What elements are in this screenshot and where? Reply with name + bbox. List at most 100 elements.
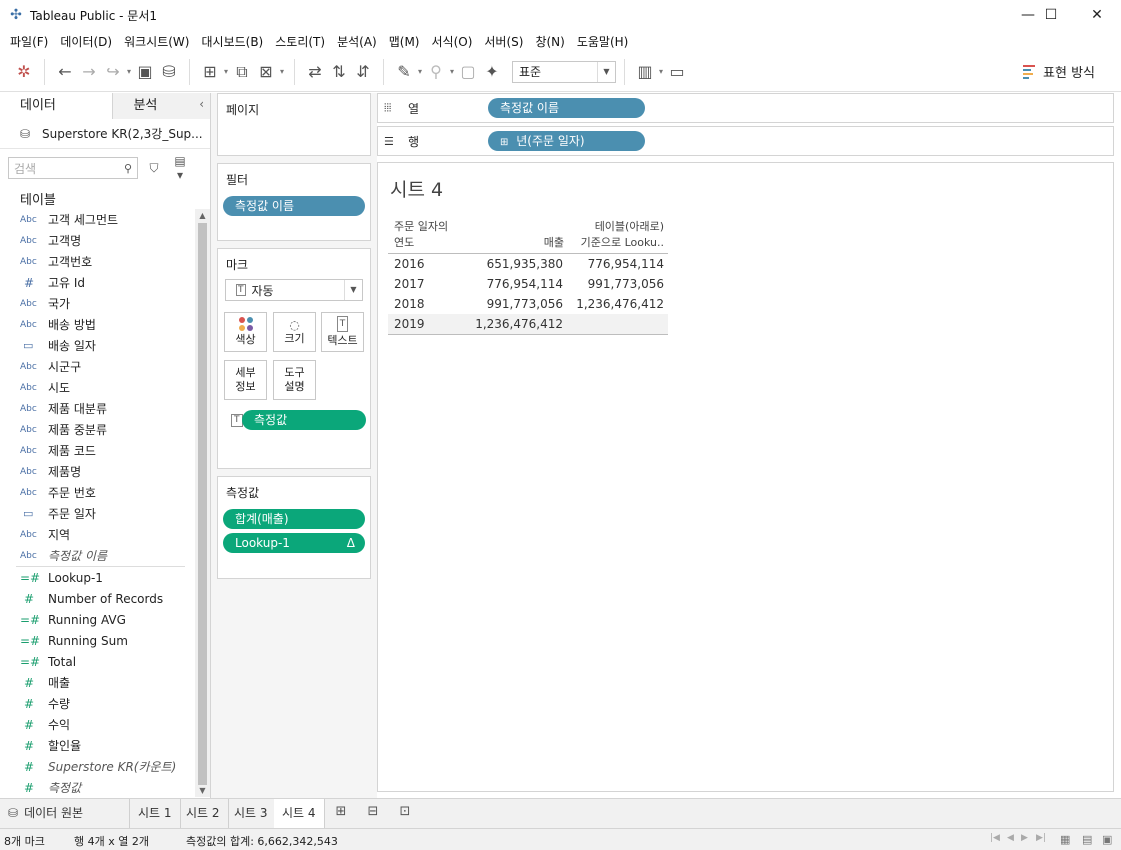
- tab-sheet-4[interactable]: 시트 4: [274, 799, 325, 829]
- field-item[interactable]: Abc 제품 코드: [0, 440, 195, 461]
- marks-text-pill[interactable]: 측정값: [242, 410, 366, 430]
- menu-format[interactable]: 서식(O): [426, 33, 479, 50]
- mark-type-select[interactable]: T 자동 ▼: [225, 279, 363, 301]
- highlight-dropdown-icon[interactable]: ▾: [416, 67, 424, 76]
- field-item[interactable]: # 할인율: [0, 735, 195, 756]
- menu-server[interactable]: 서버(S): [478, 33, 529, 50]
- clear-sheet-icon[interactable]: ⊠: [254, 60, 278, 84]
- detail-button[interactable]: 세부 정보: [224, 360, 267, 400]
- undo-icon[interactable]: ←: [53, 60, 77, 84]
- pages-card[interactable]: 페이지: [217, 93, 371, 156]
- filter-icon[interactable]: ⛉: [144, 161, 164, 176]
- datasource-item[interactable]: ⛁ Superstore KR(2,3강_Sup...: [0, 119, 210, 149]
- field-item[interactable]: # 수량: [0, 693, 195, 714]
- replay-icon[interactable]: ↪: [101, 60, 125, 84]
- filmstrip-icon[interactable]: ▤: [1082, 833, 1092, 846]
- field-item[interactable]: Abc 제품 대분류: [0, 398, 195, 419]
- field-item[interactable]: Abc 고객 세그먼트: [0, 209, 195, 230]
- save-icon[interactable]: ▣: [133, 60, 157, 84]
- field-item[interactable]: =# Lookup-1: [0, 567, 195, 588]
- table-row[interactable]: 2017 776,954,114 991,773,056: [388, 274, 668, 294]
- field-item[interactable]: Abc 지역: [0, 524, 195, 545]
- labels-icon[interactable]: ▢: [456, 60, 480, 84]
- label-button[interactable]: T 텍스트: [321, 312, 364, 352]
- first-sheet-icon[interactable]: |◀: [990, 833, 1000, 843]
- sort-ascending-icon[interactable]: ⇅: [327, 60, 351, 84]
- columns-pill[interactable]: 측정값 이름: [488, 98, 645, 118]
- scrollbar-thumb[interactable]: [198, 223, 207, 785]
- table-row[interactable]: 2018 991,773,056 1,236,476,412: [388, 294, 668, 314]
- new-worksheet-dropdown-icon[interactable]: ▾: [222, 67, 230, 76]
- table-row[interactable]: 2019 1,236,476,412: [388, 314, 668, 334]
- field-item[interactable]: Abc 시군구: [0, 356, 195, 377]
- field-item[interactable]: Abc 주문 번호: [0, 482, 195, 503]
- measure-pill-sales[interactable]: 합계(매출): [223, 509, 365, 529]
- new-dashboard-icon[interactable]: ⊟: [363, 804, 383, 824]
- menu-dashboard[interactable]: 대시보드(B): [195, 33, 269, 50]
- sort-descending-icon[interactable]: ⇵: [351, 60, 375, 84]
- collapse-icon[interactable]: ‹: [199, 97, 204, 111]
- new-story-icon[interactable]: ⊡: [395, 804, 415, 824]
- show-cards-icon[interactable]: ▥: [633, 60, 657, 84]
- pin-icon[interactable]: ✦: [480, 60, 504, 84]
- field-item[interactable]: Abc 제품 중분류: [0, 419, 195, 440]
- table-row[interactable]: 2016 651,935,380 776,954,114: [388, 254, 668, 274]
- menu-analysis[interactable]: 분석(A): [331, 33, 383, 50]
- show-me-button[interactable]: 표현 방식: [1023, 62, 1095, 81]
- field-item[interactable]: # 수익: [0, 714, 195, 735]
- field-item[interactable]: # 고유 Id: [0, 272, 195, 293]
- tab-sheet-3[interactable]: 시트 3: [226, 799, 277, 828]
- tooltip-button[interactable]: 도구 설명: [273, 360, 316, 400]
- presentation-mode-icon[interactable]: ▭: [665, 60, 689, 84]
- highlight-icon[interactable]: ✎: [392, 60, 416, 84]
- menu-story[interactable]: 스토리(T): [269, 33, 331, 50]
- tab-analysis[interactable]: 분석: [113, 93, 210, 119]
- duplicate-sheet-icon[interactable]: ⧉: [230, 60, 254, 84]
- field-item[interactable]: Abc 배송 방법: [0, 314, 195, 335]
- field-item[interactable]: Abc 고객번호: [0, 251, 195, 272]
- rows-pill[interactable]: ⊞ 년(주문 일자): [488, 131, 645, 151]
- filter-pill[interactable]: 측정값 이름: [223, 196, 365, 216]
- swap-icon[interactable]: ⇄: [303, 60, 327, 84]
- field-item[interactable]: Abc 시도: [0, 377, 195, 398]
- field-item[interactable]: =# Running AVG: [0, 609, 195, 630]
- field-item[interactable]: =# Total: [0, 651, 195, 672]
- field-list-scrollbar[interactable]: ▲ ▼: [195, 209, 210, 797]
- tab-datasource[interactable]: ⛁ 데이터 원본: [0, 799, 130, 828]
- menu-window[interactable]: 창(N): [529, 33, 570, 50]
- tab-sheet-2[interactable]: 시트 2: [178, 799, 229, 828]
- field-item[interactable]: # 매출: [0, 672, 195, 693]
- fit-select[interactable]: 표준 ▼: [512, 60, 616, 83]
- menu-data[interactable]: 데이터(D): [54, 33, 118, 50]
- maximize-button[interactable]: ☐: [1028, 0, 1074, 30]
- tab-sheet-1[interactable]: 시트 1: [130, 799, 181, 828]
- scroll-down-icon[interactable]: ▼: [195, 786, 210, 795]
- field-item[interactable]: =# Running Sum: [0, 630, 195, 651]
- group-icon[interactable]: ⚲: [424, 60, 448, 84]
- next-sheet-icon[interactable]: ▶: [1021, 833, 1028, 843]
- worksheet-view[interactable]: 시트 4 주문 일자의 연도 매출 테이블(아래로) 기준으로 Looku.. …: [377, 162, 1114, 792]
- columns-shelf[interactable]: ⦙⦙⦙ 열 측정값 이름: [377, 93, 1114, 123]
- tab-data[interactable]: 데이터: [0, 93, 114, 119]
- menu-worksheet[interactable]: 워크시트(W): [118, 33, 195, 50]
- prev-sheet-icon[interactable]: ◀: [1007, 833, 1014, 843]
- field-item[interactable]: ▭ 주문 일자: [0, 503, 195, 524]
- tableau-home-icon[interactable]: ✲: [12, 60, 36, 84]
- replay-dropdown-icon[interactable]: ▾: [125, 67, 133, 76]
- new-worksheet-icon[interactable]: ⊞: [331, 804, 351, 824]
- new-worksheet-icon[interactable]: ⊞: [198, 60, 222, 84]
- new-datasource-icon[interactable]: ⛁: [157, 60, 181, 84]
- field-item[interactable]: # Superstore KR(카운트): [0, 756, 195, 777]
- view-options-icon[interactable]: ▤ ▾: [170, 154, 190, 182]
- color-button[interactable]: 색상: [224, 312, 267, 352]
- close-button[interactable]: ✕: [1074, 0, 1120, 30]
- field-item[interactable]: Abc 측정값 이름: [0, 545, 195, 566]
- field-item[interactable]: Abc 고객명: [0, 230, 195, 251]
- field-item[interactable]: # 측정값: [0, 777, 195, 797]
- field-item[interactable]: Abc 국가: [0, 293, 195, 314]
- field-item[interactable]: Abc 제품명: [0, 461, 195, 482]
- group-dropdown-icon[interactable]: ▾: [448, 67, 456, 76]
- menu-map[interactable]: 맵(M): [383, 33, 426, 50]
- tabs-view-icon[interactable]: ▣: [1102, 833, 1112, 846]
- clear-dropdown-icon[interactable]: ▾: [278, 67, 286, 76]
